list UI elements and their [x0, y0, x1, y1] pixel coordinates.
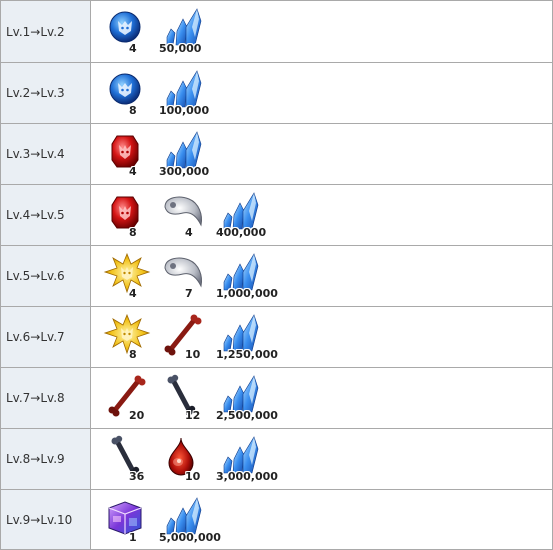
material-quantity: 2,500,000 — [216, 409, 278, 422]
material-item: 400,000 — [216, 185, 270, 245]
table-row: Lv.9→Lv.10 1 5,000,000 — [1, 489, 552, 549]
material-item: 3,000,000 — [216, 429, 278, 489]
material-quantity: 10 — [185, 470, 201, 483]
materials-cell: 4 300,000 — [91, 124, 552, 184]
table-row: Lv.3→Lv.4 4 300,000 — [1, 123, 552, 184]
material-item: 100,000 — [159, 63, 213, 123]
table-row: Lv.4→Lv.5 8 4 400,000 — [1, 184, 552, 245]
materials-cell: 8 100,000 — [91, 63, 552, 123]
material-item: 2,500,000 — [216, 368, 278, 428]
material-quantity: 36 — [129, 470, 145, 483]
material-item: 20 — [103, 368, 157, 428]
material-quantity: 12 — [185, 409, 201, 422]
table-row: Lv.7→Lv.8 20 12 2,500,000 — [1, 367, 552, 428]
material-item: 4 — [159, 185, 213, 245]
material-item: 4 — [103, 124, 157, 184]
material-item: 50,000 — [159, 1, 213, 61]
material-quantity: 400,000 — [216, 226, 267, 239]
material-quantity: 8 — [129, 226, 137, 239]
material-quantity: 1 — [129, 531, 137, 544]
material-quantity: 4 — [129, 42, 137, 55]
material-item: 8 — [103, 185, 157, 245]
level-range-label: Lv.6→Lv.7 — [1, 307, 91, 367]
material-item: 1 — [103, 490, 157, 550]
material-quantity: 10 — [185, 348, 201, 361]
material-item: 36 — [103, 429, 157, 489]
material-quantity: 4 — [129, 287, 137, 300]
material-quantity: 100,000 — [159, 104, 210, 117]
material-quantity: 50,000 — [159, 42, 202, 55]
material-quantity: 4 — [129, 165, 137, 178]
material-item: 300,000 — [159, 124, 213, 184]
materials-cell: 4 7 1,000,000 — [91, 246, 552, 306]
material-quantity: 8 — [129, 104, 137, 117]
level-range-label: Lv.9→Lv.10 — [1, 490, 91, 549]
material-item: 4 — [103, 1, 157, 61]
material-quantity: 5,000,000 — [159, 531, 221, 544]
materials-cell: 1 5,000,000 — [91, 490, 552, 549]
material-quantity: 20 — [129, 409, 145, 422]
material-quantity: 3,000,000 — [216, 470, 278, 483]
material-quantity: 4 — [185, 226, 193, 239]
material-item: 7 — [159, 246, 213, 306]
level-range-label: Lv.5→Lv.6 — [1, 246, 91, 306]
table-row: Lv.1→Lv.2 4 50,000 — [1, 1, 552, 62]
material-item: 1,000,000 — [216, 246, 278, 306]
material-quantity: 7 — [185, 287, 193, 300]
level-range-label: Lv.4→Lv.5 — [1, 185, 91, 245]
material-item: 4 — [103, 246, 157, 306]
material-quantity: 300,000 — [159, 165, 210, 178]
level-range-label: Lv.2→Lv.3 — [1, 63, 91, 123]
table-row: Lv.6→Lv.7 8 10 1,250,000 — [1, 306, 552, 367]
level-range-label: Lv.8→Lv.9 — [1, 429, 91, 489]
level-range-label: Lv.3→Lv.4 — [1, 124, 91, 184]
material-item: 12 — [159, 368, 213, 428]
material-item: 8 — [103, 307, 157, 367]
material-quantity: 8 — [129, 348, 137, 361]
upgrade-materials-table: Lv.1→Lv.2 4 50,000 Lv.2→Lv.3 8 100,000 Lv.… — [0, 0, 553, 550]
material-quantity: 1,000,000 — [216, 287, 278, 300]
materials-cell: 20 12 2,500,000 — [91, 368, 552, 428]
material-item: 1,250,000 — [216, 307, 278, 367]
material-item: 10 — [159, 307, 213, 367]
level-range-label: Lv.7→Lv.8 — [1, 368, 91, 428]
materials-cell: 8 4 400,000 — [91, 185, 552, 245]
table-row: Lv.2→Lv.3 8 100,000 — [1, 62, 552, 123]
material-item: 10 — [159, 429, 213, 489]
materials-cell: 36 10 3,000,000 — [91, 429, 552, 489]
material-item: 5,000,000 — [159, 490, 221, 550]
table-row: Lv.8→Lv.9 36 10 3,000,000 — [1, 428, 552, 489]
materials-cell: 8 10 1,250,000 — [91, 307, 552, 367]
level-range-label: Lv.1→Lv.2 — [1, 1, 91, 62]
material-quantity: 1,250,000 — [216, 348, 278, 361]
material-item: 8 — [103, 63, 157, 123]
materials-cell: 4 50,000 — [91, 1, 552, 62]
table-row: Lv.5→Lv.6 4 7 1,000,000 — [1, 245, 552, 306]
